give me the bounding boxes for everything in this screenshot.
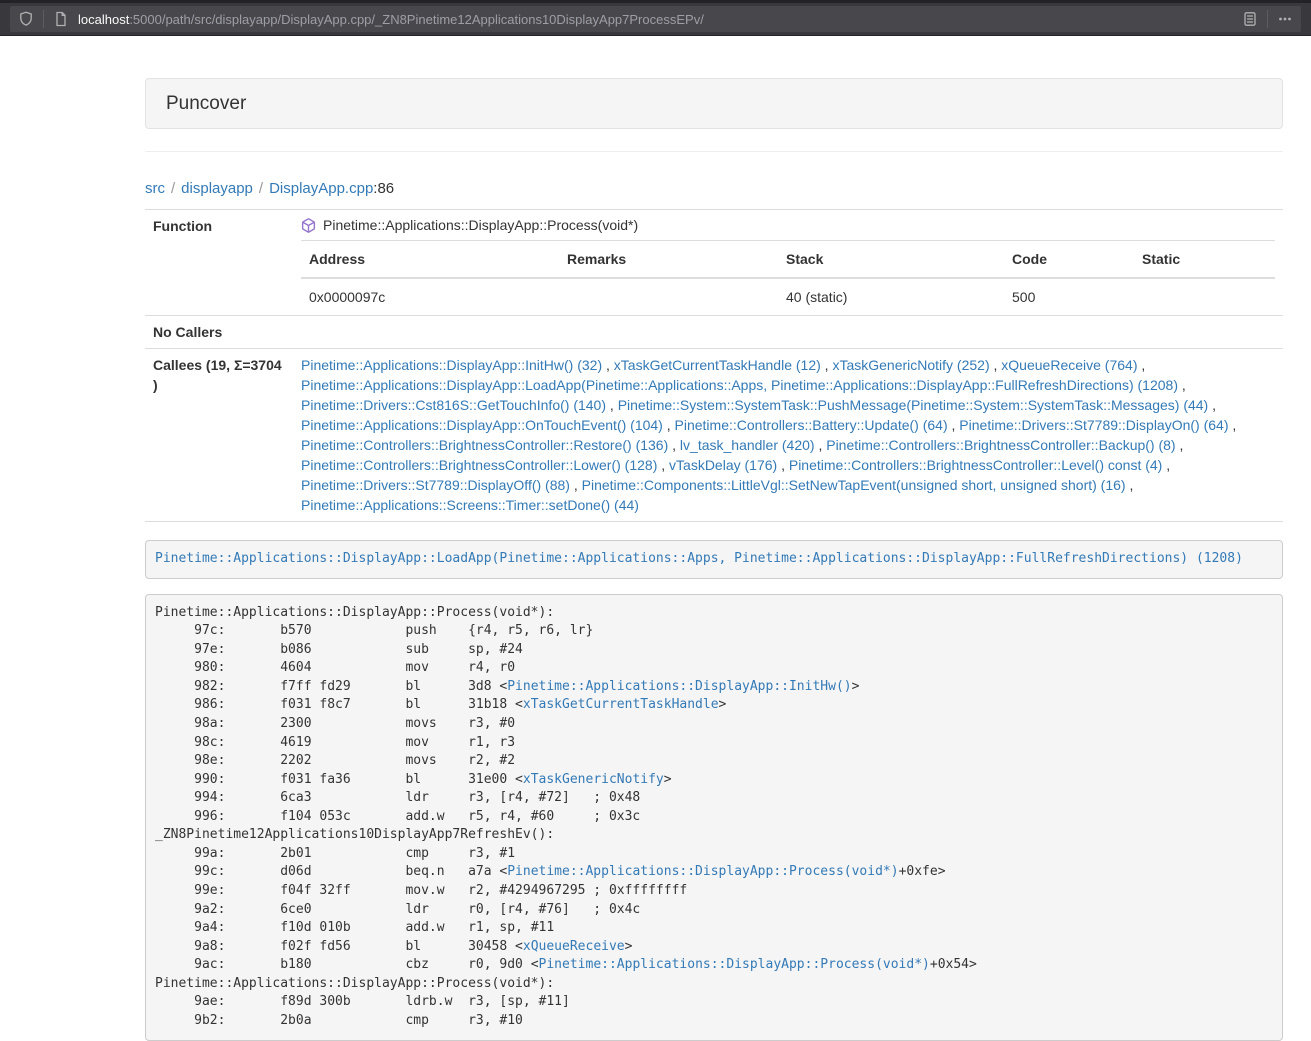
breadcrumb-separator: / bbox=[259, 180, 263, 197]
callee-link[interactable]: Pinetime::Drivers::Cst816S::GetTouchInfo… bbox=[301, 397, 606, 413]
asm-symbol-link[interactable]: xQueueReceive bbox=[523, 939, 625, 954]
callees-row: Callees (19, Σ=3704 ) Pinetime::Applicat… bbox=[145, 349, 1283, 522]
callees-cell: Pinetime::Applications::DisplayApp::Init… bbox=[293, 349, 1283, 522]
callee-link[interactable]: Pinetime::Applications::DisplayApp::OnTo… bbox=[301, 417, 663, 433]
breadcrumb-link-src[interactable]: src bbox=[145, 180, 165, 197]
asm-symbol-link[interactable]: Pinetime::Applications::DisplayApp::Init… bbox=[507, 679, 851, 694]
callee-link[interactable]: Pinetime::Controllers::BrightnessControl… bbox=[301, 437, 668, 453]
assembly-code: Pinetime::Applications::DisplayApp::Proc… bbox=[145, 594, 1283, 1041]
shield-icon[interactable] bbox=[18, 11, 34, 27]
browser-toolbar: localhost:5000/path/src/displayapp/Displ… bbox=[0, 0, 1311, 36]
breadcrumb-line-number: :86 bbox=[373, 180, 394, 197]
callee-link[interactable]: Pinetime::Controllers::Battery::Update()… bbox=[675, 417, 948, 433]
callee-link[interactable]: xQueueReceive (764) bbox=[1001, 357, 1137, 373]
url-host: localhost bbox=[78, 12, 129, 27]
urlbar-divider bbox=[43, 10, 44, 28]
breadcrumb-link-displayapp[interactable]: displayapp bbox=[181, 180, 253, 197]
function-stats-table: Address Remarks Stack Code Static 0x0000… bbox=[301, 240, 1275, 315]
callee-link[interactable]: Pinetime::Controllers::BrightnessControl… bbox=[826, 437, 1175, 453]
col-header-code: Code bbox=[1004, 241, 1134, 279]
col-header-static: Static bbox=[1134, 241, 1275, 279]
callee-link[interactable]: Pinetime::Applications::DisplayApp::Init… bbox=[301, 357, 602, 373]
divider bbox=[145, 151, 1283, 152]
url-text[interactable]: localhost:5000/path/src/displayapp/Displ… bbox=[78, 12, 1242, 27]
address-value: 0x0000097c bbox=[301, 278, 559, 315]
callers-row-label: No Callers bbox=[145, 316, 293, 349]
function-info-table: Function Pinetime::Applications::Display… bbox=[145, 209, 1283, 522]
ellipsis-menu-icon[interactable] bbox=[1277, 11, 1293, 27]
package-cube-icon bbox=[301, 218, 316, 233]
function-row: Function Pinetime::Applications::Display… bbox=[145, 210, 1283, 316]
reader-view-icon[interactable] bbox=[1242, 11, 1258, 27]
breadcrumb: src / displayapp / DisplayApp.cpp:86 bbox=[145, 179, 1283, 199]
callees-line: Pinetime::Applications::DisplayApp::Load… bbox=[301, 375, 1275, 395]
app-title-link[interactable]: Puncover bbox=[166, 93, 246, 114]
callee-link[interactable]: Pinetime::Controllers::BrightnessControl… bbox=[301, 457, 657, 473]
callees-line: Pinetime::Controllers::BrightnessControl… bbox=[301, 435, 1275, 455]
asm-symbol-link[interactable]: Pinetime::Applications::DisplayApp::Proc… bbox=[539, 957, 930, 972]
callee-link[interactable]: Pinetime::Applications::DisplayApp::Load… bbox=[301, 377, 1178, 393]
highlighted-symbol-box: Pinetime::Applications::DisplayApp::Load… bbox=[145, 540, 1283, 579]
col-header-stack: Stack bbox=[778, 241, 1004, 279]
callee-link[interactable]: lv_task_handler (420) bbox=[680, 437, 815, 453]
stats-header-row: Address Remarks Stack Code Static bbox=[301, 241, 1275, 279]
callee-link[interactable]: Pinetime::Drivers::St7789::DisplayOn() (… bbox=[959, 417, 1228, 433]
callee-link[interactable]: xTaskGetCurrentTaskHandle (12) bbox=[614, 357, 821, 373]
static-value bbox=[1134, 278, 1275, 315]
callees-line: Pinetime::Drivers::St7789::DisplayOff() … bbox=[301, 475, 1275, 495]
col-header-address: Address bbox=[301, 241, 559, 279]
function-row-label: Function bbox=[145, 210, 293, 316]
callers-row: No Callers bbox=[145, 316, 1283, 349]
asm-symbol-link[interactable]: Pinetime::Applications::DisplayApp::Proc… bbox=[507, 864, 898, 879]
callers-cell bbox=[293, 316, 1283, 349]
app-header-panel: Puncover bbox=[145, 78, 1283, 129]
breadcrumb-separator: / bbox=[171, 180, 175, 197]
callee-link[interactable]: xTaskGenericNotify (252) bbox=[832, 357, 989, 373]
page-container: Puncover src / displayapp / DisplayApp.cpp:8… bbox=[145, 36, 1283, 1041]
page-icon[interactable] bbox=[53, 11, 69, 27]
stats-data-row: 0x0000097c 40 (static) 500 bbox=[301, 278, 1275, 315]
breadcrumb-link-file[interactable]: DisplayApp.cpp bbox=[269, 180, 373, 197]
callee-link[interactable]: Pinetime::Applications::Screens::Timer::… bbox=[301, 497, 639, 513]
stack-value: 40 (static) bbox=[778, 278, 1004, 315]
asm-symbol-link[interactable]: xTaskGenericNotify bbox=[523, 772, 664, 787]
callee-link[interactable]: Pinetime::System::SystemTask::PushMessag… bbox=[618, 397, 1209, 413]
callee-link[interactable]: vTaskDelay (176) bbox=[669, 457, 777, 473]
function-name: Pinetime::Applications::DisplayApp::Proc… bbox=[323, 214, 638, 236]
remarks-value bbox=[559, 278, 778, 315]
col-header-remarks: Remarks bbox=[559, 241, 778, 279]
urlbar-divider bbox=[1267, 10, 1268, 28]
url-path: :5000/path/src/displayapp/DisplayApp.cpp… bbox=[129, 12, 704, 27]
callee-link[interactable]: Pinetime::Controllers::BrightnessControl… bbox=[789, 457, 1162, 473]
callees-line: Pinetime::Drivers::Cst816S::GetTouchInfo… bbox=[301, 395, 1275, 415]
function-cell: Pinetime::Applications::DisplayApp::Proc… bbox=[293, 210, 1283, 316]
callees-line: Pinetime::Applications::DisplayApp::OnTo… bbox=[301, 415, 1275, 435]
code-size-value: 500 bbox=[1004, 278, 1134, 315]
function-name-line: Pinetime::Applications::DisplayApp::Proc… bbox=[301, 214, 1275, 236]
highlighted-symbol-link[interactable]: Pinetime::Applications::DisplayApp::Load… bbox=[155, 551, 1243, 566]
callees-line: Pinetime::Applications::DisplayApp::Init… bbox=[301, 355, 1275, 375]
callees-line: Pinetime::Applications::Screens::Timer::… bbox=[301, 495, 1275, 515]
url-bar[interactable]: localhost:5000/path/src/displayapp/Displ… bbox=[10, 6, 1301, 32]
callees-line: Pinetime::Controllers::BrightnessControl… bbox=[301, 455, 1275, 475]
asm-symbol-link[interactable]: xTaskGetCurrentTaskHandle bbox=[523, 697, 719, 712]
callees-row-label: Callees (19, Σ=3704 ) bbox=[145, 349, 293, 522]
callee-link[interactable]: Pinetime::Components::LittleVgl::SetNewT… bbox=[582, 477, 1126, 493]
callee-link[interactable]: Pinetime::Drivers::St7789::DisplayOff() … bbox=[301, 477, 570, 493]
